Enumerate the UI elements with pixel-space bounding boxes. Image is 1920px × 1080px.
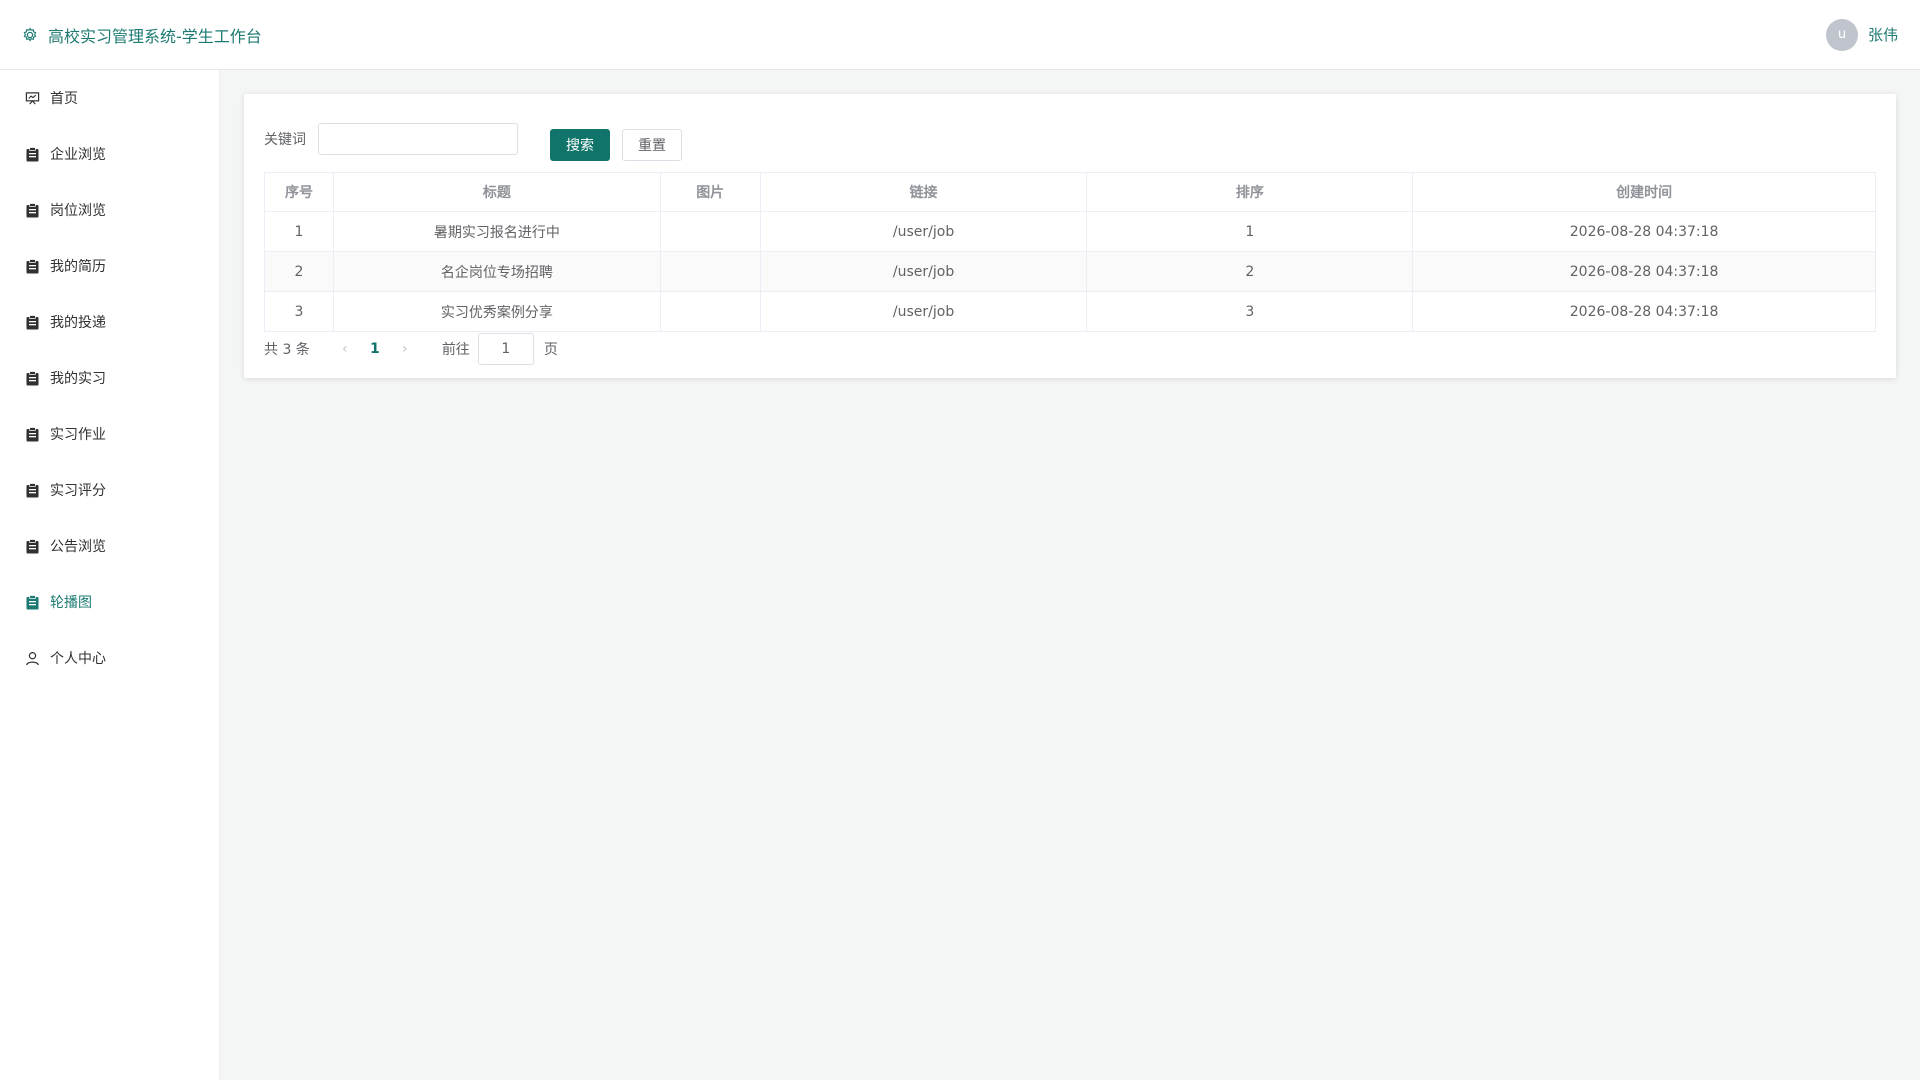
table-row[interactable]: 1 暑期实习报名进行中 /user/job 1 2026-08-28 04:37…: [264, 211, 1876, 252]
sidebar-item-3[interactable]: 我的简历: [0, 238, 219, 294]
column-header-order[interactable]: 排序: [1086, 172, 1414, 212]
goto-label: 前往: [441, 342, 470, 358]
sidebar-item-7[interactable]: 实习评分: [0, 462, 219, 518]
user-menu[interactable]: u 张伟: [1825, 18, 1898, 51]
cell-index: 1: [264, 211, 334, 252]
sidebar-item-9[interactable]: 轮播图: [0, 574, 219, 630]
clipboard-icon: [24, 426, 40, 442]
sidebar-item-label: 岗位浏览: [50, 203, 106, 219]
search-button[interactable]: 搜索: [550, 129, 610, 161]
sidebar-item-label: 实习作业: [50, 427, 106, 443]
cell-image: [659, 211, 761, 252]
search-bar: 关键词 搜索 重置: [264, 114, 1876, 164]
table-row[interactable]: 3 实习优秀案例分享 /user/job 3 2026-08-28 04:37:…: [264, 291, 1876, 332]
cell-index: 3: [264, 291, 334, 332]
column-header-image[interactable]: 图片: [659, 172, 761, 212]
table-row[interactable]: 2 名企岗位专场招聘 /user/job 2 2026-08-28 04:37:…: [264, 251, 1876, 292]
avatar[interactable]: u: [1825, 18, 1858, 51]
clipboard-icon: [24, 314, 40, 330]
clipboard-icon: [24, 370, 40, 386]
cell-index: 2: [264, 251, 334, 292]
cell-order: 1: [1086, 211, 1414, 252]
cell-title: 暑期实习报名进行中: [332, 211, 661, 252]
page-suffix: 页: [543, 342, 558, 358]
sidebar-item-label: 我的投递: [50, 315, 106, 331]
column-header-index[interactable]: 序号: [264, 172, 334, 212]
sidebar-item-label: 首页: [50, 91, 78, 107]
sidebar-item-label: 轮播图: [50, 595, 92, 611]
sidebar-item-2[interactable]: 岗位浏览: [0, 182, 219, 238]
cell-title: 名企岗位专场招聘: [332, 251, 661, 292]
sidebar-item-label: 企业浏览: [50, 147, 106, 163]
sidebar-item-0[interactable]: 首页: [0, 70, 219, 126]
sidebar-item-label: 实习评分: [50, 483, 106, 499]
cell-created: 2026-08-28 04:37:18: [1412, 251, 1876, 292]
presentation-icon: [24, 90, 40, 106]
cell-order: 3: [1086, 291, 1414, 332]
clipboard-icon: [24, 258, 40, 274]
reset-button[interactable]: 重置: [622, 129, 682, 161]
content-card: 关键词 搜索 重置 序号 标题 图片 链接 排序 创建时间 1 暑期实习报名进行…: [244, 94, 1896, 378]
clipboard-icon: [24, 538, 40, 554]
carousel-table: 序号 标题 图片 链接 排序 创建时间 1 暑期实习报名进行中 /user/jo…: [264, 172, 1876, 332]
cell-image: [659, 251, 761, 292]
top-header: 高校实习管理系统-学生工作台 u 张伟: [0, 0, 1920, 70]
column-header-title[interactable]: 标题: [332, 172, 661, 212]
clipboard-icon: [24, 594, 40, 610]
page-number[interactable]: 1: [360, 341, 390, 357]
cell-created: 2026-08-28 04:37:18: [1412, 291, 1876, 332]
cell-link: /user/job: [759, 251, 1088, 292]
clipboard-icon: [24, 146, 40, 162]
settings-icon: [22, 27, 38, 43]
sidebar-item-label: 我的简历: [50, 259, 106, 275]
pagination: 共 3 条 ‹ 1 › 前往 页: [264, 332, 1876, 366]
sidebar-item-5[interactable]: 我的实习: [0, 350, 219, 406]
table-header-row: 序号 标题 图片 链接 排序 创建时间: [264, 172, 1876, 212]
keyword-label: 关键词: [264, 132, 306, 148]
clipboard-icon: [24, 202, 40, 218]
column-header-created[interactable]: 创建时间: [1412, 172, 1876, 212]
clipboard-icon: [24, 482, 40, 498]
sidebar-item-label: 公告浏览: [50, 539, 106, 555]
sidebar-item-8[interactable]: 公告浏览: [0, 518, 219, 574]
column-header-link[interactable]: 链接: [759, 172, 1088, 212]
app-title: 高校实习管理系统-学生工作台: [48, 26, 262, 46]
brand: 高校实习管理系统-学生工作台: [22, 23, 262, 47]
goto-page-input[interactable]: [477, 333, 534, 365]
sidebar-item-label: 个人中心: [50, 651, 106, 667]
sidebar-item-4[interactable]: 我的投递: [0, 294, 219, 350]
cell-created: 2026-08-28 04:37:18: [1412, 211, 1876, 252]
sidebar-item-label: 我的实习: [50, 371, 106, 387]
sidebar: 首页企业浏览岗位浏览我的简历我的投递我的实习实习作业实习评分公告浏览轮播图个人中…: [0, 70, 220, 1080]
cell-title: 实习优秀案例分享: [332, 291, 661, 332]
pagination-total: 共 3 条: [264, 342, 310, 358]
sidebar-item-6[interactable]: 实习作业: [0, 406, 219, 462]
user-icon: [24, 650, 40, 666]
prev-page-icon[interactable]: ‹: [330, 341, 360, 357]
user-name[interactable]: 张伟: [1868, 24, 1898, 45]
sidebar-item-10[interactable]: 个人中心: [0, 630, 219, 686]
keyword-input[interactable]: [318, 123, 518, 155]
cell-link: /user/job: [759, 291, 1088, 332]
cell-link: /user/job: [759, 211, 1088, 252]
cell-image: [659, 291, 761, 332]
next-page-icon[interactable]: ›: [390, 341, 420, 357]
cell-order: 2: [1086, 251, 1414, 292]
sidebar-item-1[interactable]: 企业浏览: [0, 126, 219, 182]
